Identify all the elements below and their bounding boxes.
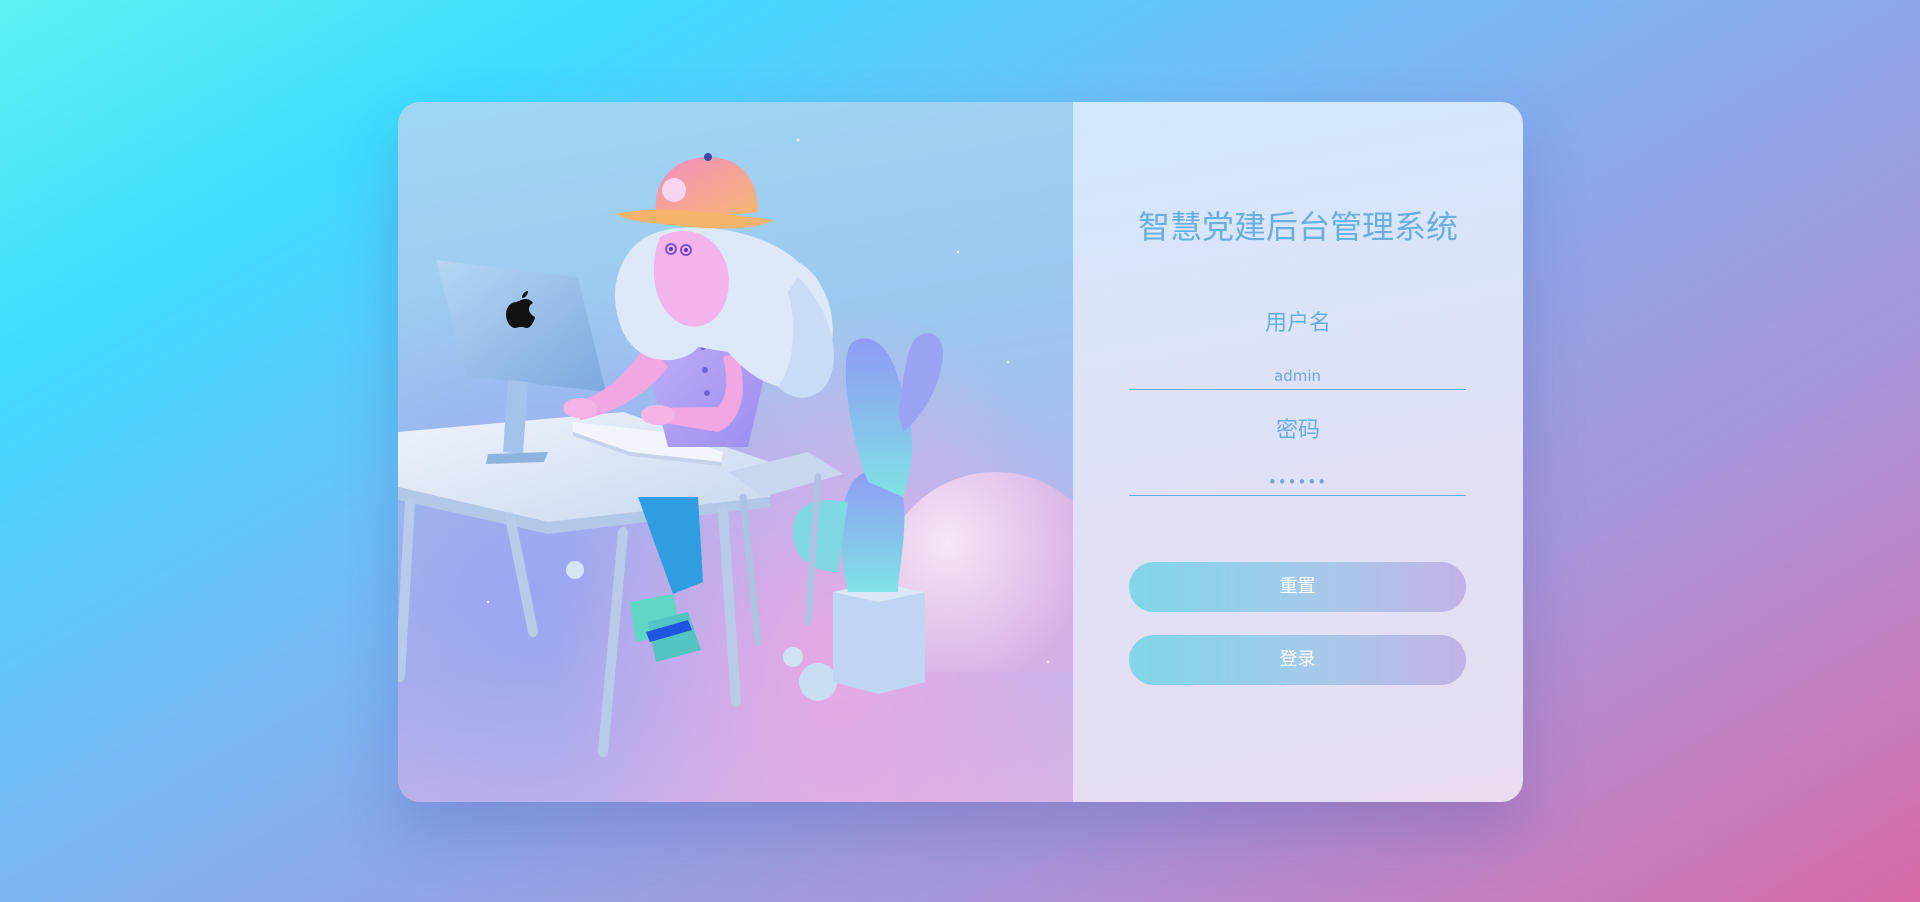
- reset-button[interactable]: 重置: [1129, 562, 1466, 612]
- username-label: 用户名: [1264, 311, 1331, 336]
- small-ball: [799, 663, 837, 701]
- password-input[interactable]: [1129, 468, 1466, 496]
- login-button[interactable]: 登录: [1129, 635, 1466, 685]
- system-title: 智慧党建后台管理系统: [1137, 208, 1458, 246]
- login-card: 智慧党建后台管理系统 用户名 密码 重置 登录: [398, 102, 1523, 802]
- login-panel: 智慧党建后台管理系统 用户名 密码 重置 登录: [1073, 102, 1523, 802]
- login-illustration: [398, 102, 1073, 802]
- small-ball: [566, 561, 584, 579]
- username-input[interactable]: [1129, 362, 1466, 390]
- person-at-desk-illustration: [398, 138, 1073, 757]
- small-ball: [783, 647, 803, 667]
- person-legs: [638, 497, 703, 594]
- password-label: 密码: [1275, 418, 1320, 443]
